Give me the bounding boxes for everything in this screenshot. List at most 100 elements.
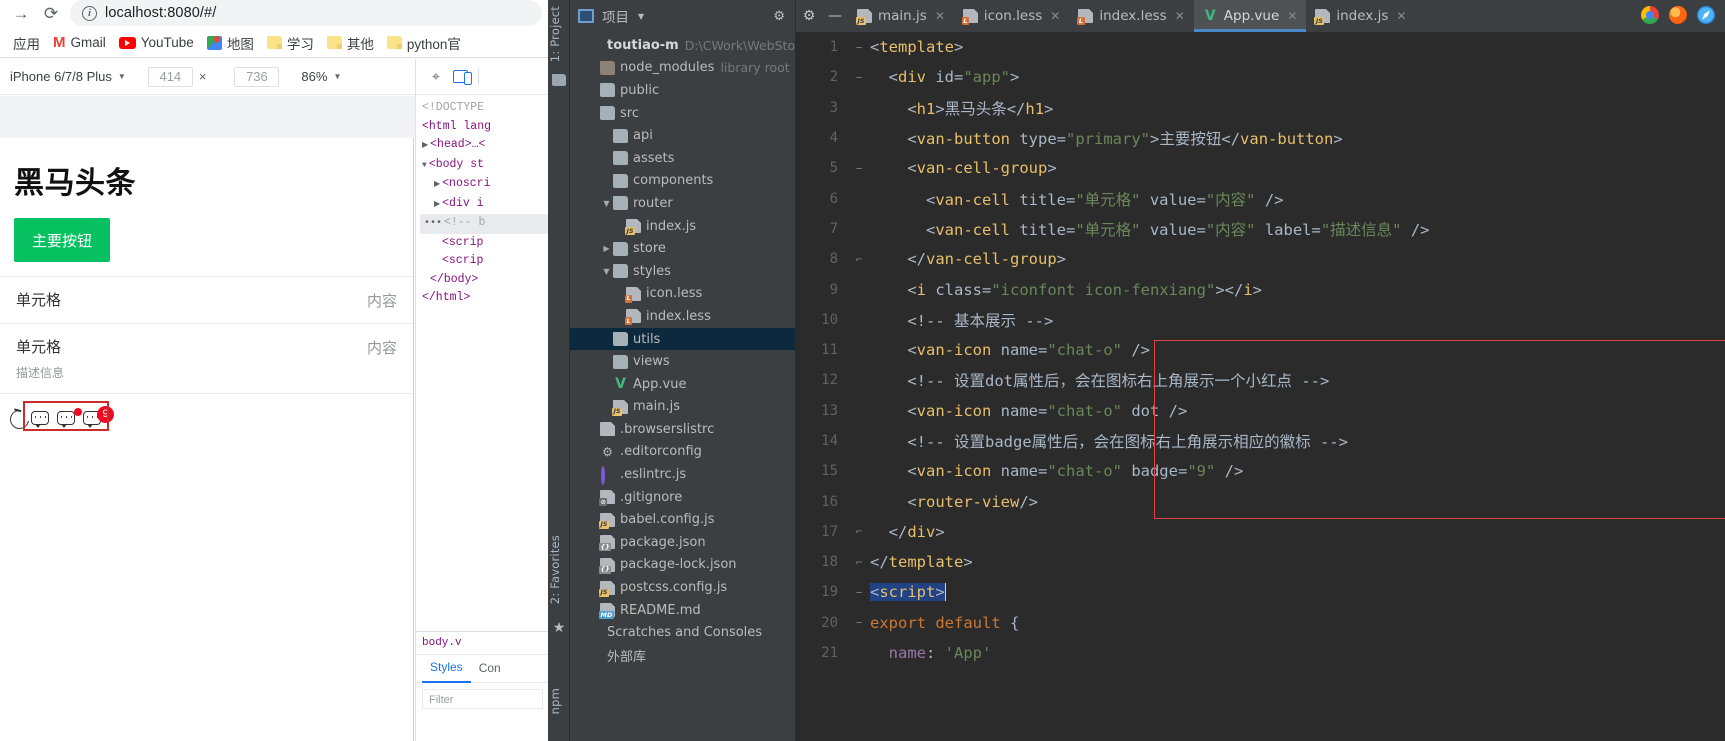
tree-item-store[interactable]: ▶ store bbox=[570, 237, 795, 260]
firefox-icon[interactable] bbox=[1669, 6, 1687, 24]
tree-item-index-less[interactable]: Lindex.less bbox=[570, 305, 795, 328]
dom-row[interactable]: <html lang bbox=[420, 118, 548, 137]
tree-item-assets[interactable]: assets bbox=[570, 147, 795, 170]
cell-row[interactable]: 单元格 描述信息 内容 bbox=[0, 324, 413, 394]
info-icon[interactable]: i bbox=[82, 5, 97, 21]
close-icon[interactable]: ✕ bbox=[1175, 9, 1185, 23]
tree-item-toutiao-m[interactable]: toutiao-m D:\CWork\WebStormP bbox=[570, 34, 795, 57]
dom-row-selected[interactable]: ••• <!-- b bbox=[420, 214, 548, 234]
code-line-4[interactable]: 4 <van-button type="primary">主要按钮</van-b… bbox=[796, 123, 1725, 153]
code-fold-icon[interactable]: ⌐ bbox=[848, 556, 870, 569]
dom-row[interactable]: ▶ <noscri bbox=[420, 175, 548, 195]
viewport-width-input[interactable]: 414 bbox=[147, 66, 193, 87]
expand-triangle-icon[interactable]: ▶ bbox=[434, 180, 440, 189]
dom-row[interactable]: ▶ <div i bbox=[420, 195, 548, 215]
code-line-21[interactable]: 21 name: 'App' bbox=[796, 638, 1725, 668]
code-line-6[interactable]: 6 <van-cell title="单元格" value="内容" /> bbox=[796, 183, 1725, 213]
tree-item--eslintrc-js[interactable]: .eslintrc.js bbox=[570, 463, 795, 486]
code-fold-icon[interactable]: − bbox=[848, 586, 870, 599]
tree-item-app-vue[interactable]: V App.vue bbox=[570, 373, 795, 396]
code-line-15[interactable]: 15 <van-icon name="chat-o" badge="9" /> bbox=[796, 456, 1725, 486]
editor-tab-index-js[interactable]: JS index.js ✕ bbox=[1306, 0, 1415, 32]
tree-item-router[interactable]: ▼ router bbox=[570, 192, 795, 215]
tool-button-npm[interactable]: npm bbox=[548, 688, 570, 714]
tree-item-views[interactable]: views bbox=[570, 350, 795, 373]
inspect-cursor-icon[interactable]: ⌖ bbox=[424, 65, 448, 89]
code-fold-icon[interactable]: − bbox=[848, 41, 870, 54]
code-line-11[interactable]: 11 <van-icon name="chat-o" /> bbox=[796, 335, 1725, 365]
code-fold-icon[interactable]: − bbox=[848, 71, 870, 84]
close-icon[interactable]: ✕ bbox=[935, 9, 945, 23]
tree-item--gitignore[interactable]: ⊘ .gitignore bbox=[570, 486, 795, 509]
tree-item-scratches-and-consoles[interactable]: Scratches and Consoles bbox=[570, 621, 795, 644]
code-line-3[interactable]: 3 <h1>黑马头条</h1> bbox=[796, 93, 1725, 123]
minimize-icon[interactable]: — bbox=[822, 8, 848, 24]
bookmark-youtube[interactable]: YouTube bbox=[118, 35, 194, 50]
safari-icon[interactable] bbox=[1697, 6, 1715, 24]
primary-button[interactable]: 主要按钮 bbox=[14, 218, 111, 262]
tab-styles[interactable]: Styles bbox=[422, 654, 471, 683]
code-line-14[interactable]: 14 <!-- 设置badge属性后，会在图标右上角展示相应的徽标 --> bbox=[796, 426, 1725, 456]
zoom-select[interactable]: 86% ▼ bbox=[301, 69, 341, 84]
code-line-16[interactable]: 16 <router-view/> bbox=[796, 486, 1725, 516]
close-icon[interactable]: ✕ bbox=[1287, 9, 1297, 23]
device-select[interactable]: iPhone 6/7/8 Plus ▼ bbox=[10, 69, 126, 84]
ellipsis-icon[interactable]: ••• bbox=[422, 218, 445, 229]
address-bar[interactable]: i localhost:8080/#/ bbox=[70, 0, 542, 26]
code-line-19[interactable]: 19− <script> bbox=[796, 577, 1725, 607]
gear-icon[interactable]: ⚙ bbox=[773, 9, 785, 24]
tree-item-main-js[interactable]: JS main.js bbox=[570, 396, 795, 419]
close-icon[interactable]: ✕ bbox=[1396, 9, 1406, 23]
code-line-9[interactable]: 9 <i class="iconfont icon-fenxiang"></i> bbox=[796, 274, 1725, 304]
tree-item-components[interactable]: components bbox=[570, 170, 795, 193]
code-line-12[interactable]: 12 <!-- 设置dot属性后，会在图标右上角展示一个小红点 --> bbox=[796, 365, 1725, 395]
editor-tab-icon-less[interactable]: Licon.less ✕ bbox=[954, 0, 1069, 32]
filter-input[interactable]: Filter bbox=[422, 689, 543, 709]
dom-row[interactable]: ▶ <head>…< bbox=[420, 136, 548, 156]
bookmark-apps[interactable]: 应用 bbox=[8, 33, 40, 53]
code-fold-icon[interactable]: − bbox=[848, 162, 870, 175]
toggle-device-toolbar-icon[interactable] bbox=[448, 65, 472, 89]
tree-item-index-js[interactable]: JS index.js bbox=[570, 215, 795, 238]
viewport-height-input[interactable]: 736 bbox=[234, 66, 280, 87]
editor-tab-app-vue[interactable]: V App.vue ✕ bbox=[1193, 0, 1307, 32]
tree-item--editorconfig[interactable]: ⚙ .editorconfig bbox=[570, 441, 795, 464]
tab-computed[interactable]: Con bbox=[471, 655, 509, 682]
tool-button-project[interactable]: 1: Project bbox=[548, 6, 570, 62]
tool-button-favorites[interactable]: 2: Favorites bbox=[548, 535, 570, 604]
expand-triangle-icon[interactable]: ▶ bbox=[434, 200, 440, 209]
dom-row[interactable]: <scrip bbox=[420, 252, 548, 271]
expand-triangle-icon[interactable]: ▶ bbox=[422, 141, 428, 150]
tree-item-styles[interactable]: ▼ styles bbox=[570, 260, 795, 283]
bookmark-maps[interactable]: 地图 bbox=[206, 33, 254, 53]
chevron-down-icon[interactable]: ▼ bbox=[638, 12, 644, 21]
tree-item-icon-less[interactable]: Licon.less bbox=[570, 283, 795, 306]
editor-tab-main-js[interactable]: JS main.js ✕ bbox=[848, 0, 954, 32]
tree-item-utils[interactable]: utils bbox=[570, 327, 795, 351]
disclosure-triangle-icon[interactable]: ▶ bbox=[600, 244, 613, 253]
tree-item-node-modules[interactable]: node_modules library root bbox=[570, 57, 795, 80]
tree-item-package-lock-json[interactable]: {} package-lock.json bbox=[570, 554, 795, 577]
code-line-8[interactable]: 8 ⌐ </van-cell-group> bbox=[796, 244, 1725, 274]
code-editor[interactable]: 1− <template> 2− <div id="app"> 3 <h1>黑马头条<… bbox=[796, 32, 1725, 741]
bookmark-folder-python[interactable]: python官 bbox=[386, 33, 461, 53]
dom-row[interactable]: </body> bbox=[420, 271, 548, 290]
code-fold-icon[interactable]: ⌐ bbox=[848, 253, 870, 266]
tree-item--[interactable]: 外部库 bbox=[570, 644, 795, 667]
disclosure-triangle-icon[interactable]: ▼ bbox=[600, 199, 613, 208]
code-line-10[interactable]: 10 <!-- 基本展示 --> bbox=[796, 305, 1725, 335]
tree-item-postcss-config-js[interactable]: JS postcss.config.js bbox=[570, 576, 795, 599]
tree-item-public[interactable]: public bbox=[570, 79, 795, 102]
code-line-13[interactable]: 13 <van-icon name="chat-o" dot /> bbox=[796, 396, 1725, 426]
collapse-triangle-icon[interactable]: ▼ bbox=[422, 161, 427, 170]
tree-item-package-json[interactable]: {} package.json bbox=[570, 531, 795, 554]
reload-icon[interactable]: ⟳ bbox=[36, 1, 66, 27]
dom-row[interactable]: <!DOCTYPE bbox=[420, 99, 548, 118]
dom-row[interactable]: <scrip bbox=[420, 234, 548, 253]
code-line-2[interactable]: 2− <div id="app"> bbox=[796, 62, 1725, 92]
tree-item-readme-md[interactable]: MD README.md bbox=[570, 599, 795, 622]
tree-item-babel-config-js[interactable]: JS babel.config.js bbox=[570, 508, 795, 531]
code-fold-icon[interactable]: ⌐ bbox=[848, 525, 870, 538]
bookmark-folder-other[interactable]: 其他 bbox=[326, 33, 374, 53]
code-line-7[interactable]: 7 <van-cell title="单元格" value="内容" label… bbox=[796, 214, 1725, 244]
